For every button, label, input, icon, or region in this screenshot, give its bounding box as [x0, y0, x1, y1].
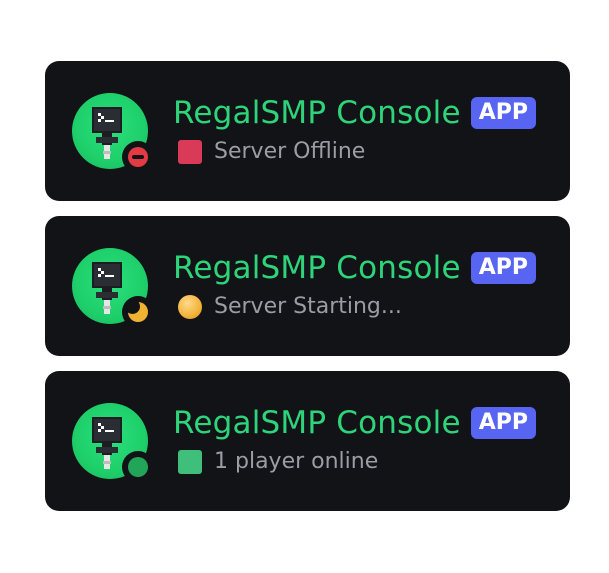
bot-profile-card-offline[interactable]: RegalSMP Console APP Server Offline: [45, 61, 570, 201]
bot-name[interactable]: RegalSMP Console: [173, 405, 461, 441]
app-badge: APP: [470, 252, 537, 284]
do-not-disturb-icon: [128, 147, 148, 167]
presence-indicator: [122, 451, 154, 483]
name-row: RegalSMP Console APP: [173, 405, 537, 441]
green-square-icon: [178, 449, 202, 474]
avatar[interactable]: [72, 93, 154, 173]
status-text: 1 player online: [214, 449, 379, 474]
avatar[interactable]: [72, 403, 154, 483]
app-badge: APP: [470, 97, 537, 129]
custom-status: 1 player online: [178, 449, 378, 474]
avatar[interactable]: [72, 248, 154, 328]
bot-name[interactable]: RegalSMP Console: [173, 95, 461, 131]
bot-profile-card-online[interactable]: RegalSMP Console APP 1 player online: [45, 371, 570, 511]
status-text: Server Starting...: [214, 294, 402, 319]
custom-status: Server Offline: [178, 139, 365, 164]
presence-indicator: [122, 296, 154, 328]
status-text: Server Offline: [214, 139, 366, 164]
idle-moon-icon: [125, 299, 148, 322]
presence-indicator: [122, 141, 154, 173]
yellow-circle-icon: [178, 294, 202, 319]
bot-name[interactable]: RegalSMP Console: [173, 250, 461, 286]
name-row: RegalSMP Console APP: [173, 250, 537, 286]
app-badge: APP: [470, 407, 537, 439]
red-square-icon: [178, 139, 202, 164]
name-row: RegalSMP Console APP: [173, 95, 537, 131]
online-dot-icon: [128, 457, 148, 477]
bot-profile-card-starting[interactable]: RegalSMP Console APP Server Starting...: [45, 216, 570, 356]
custom-status: Server Starting...: [178, 294, 402, 319]
